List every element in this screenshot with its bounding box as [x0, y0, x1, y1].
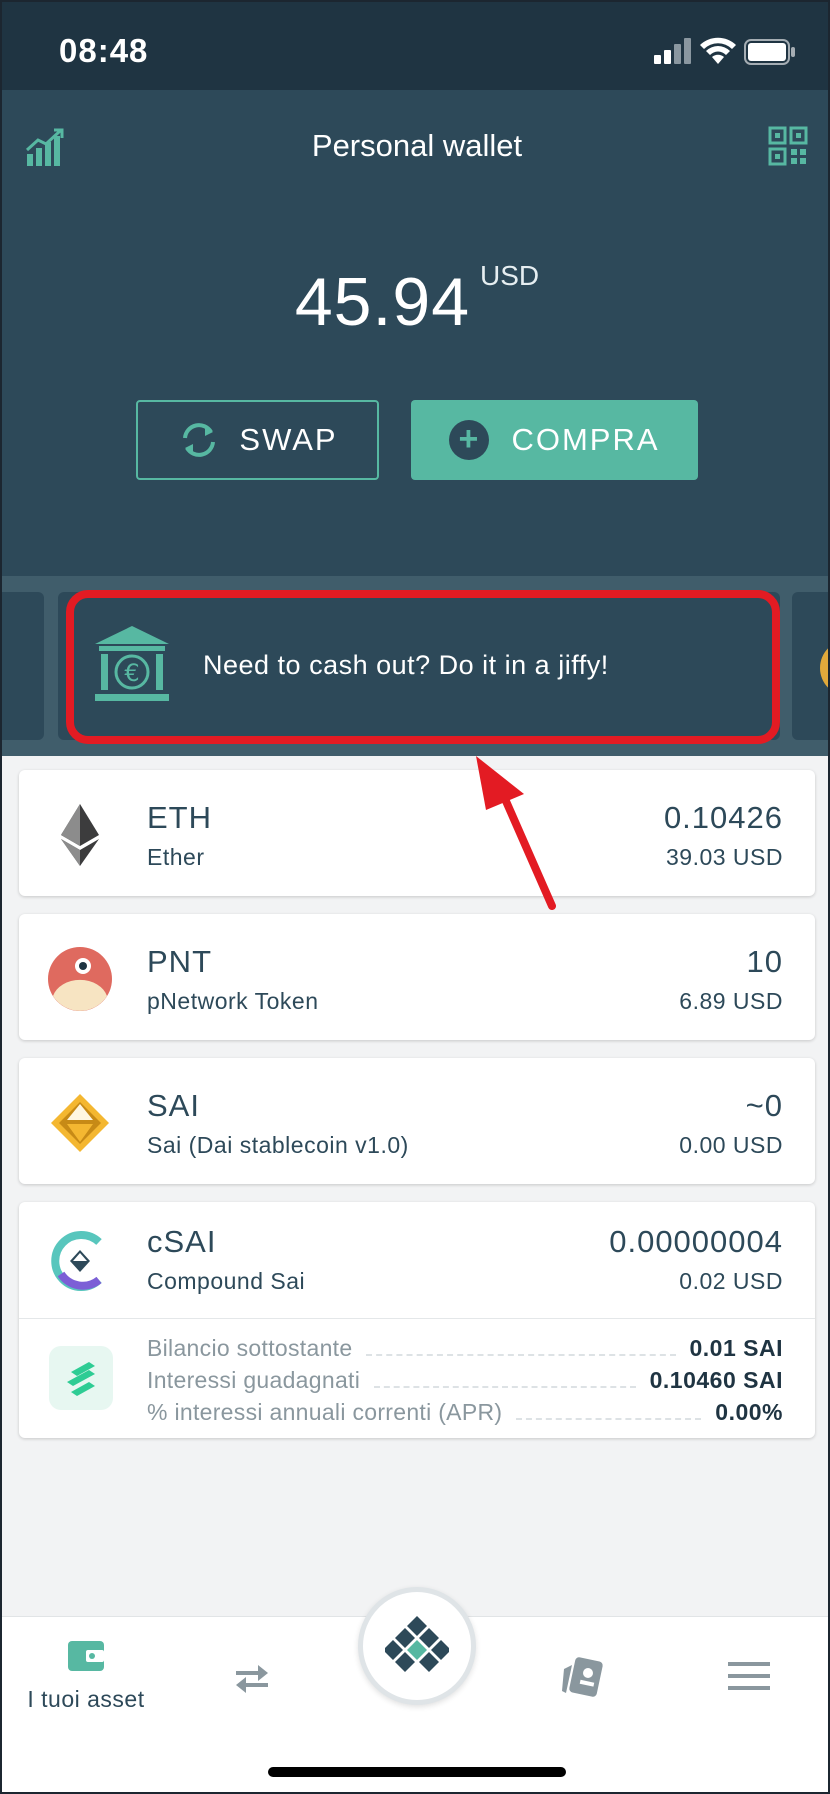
buy-button[interactable]: + COMPRA: [411, 400, 698, 480]
asset-name: Ether: [147, 844, 205, 870]
detail-value: 0.00%: [715, 1399, 783, 1425]
promo-card-previous[interactable]: [2, 592, 44, 740]
asset-symbol: SAI: [147, 1088, 200, 1123]
asset-symbol: cSAI: [147, 1224, 217, 1259]
compound-icon: [49, 1346, 113, 1410]
asset-fiat-value: 6.89 USD: [679, 988, 783, 1014]
dotted-leader: [374, 1386, 636, 1388]
battery-icon: [744, 39, 795, 65]
asset-row-sai[interactable]: SAI Sai (Dai stablecoin v1.0) ~0 0.00 US…: [19, 1058, 815, 1184]
detail-row: % interessi annuali correnti (APR) 0.00%: [147, 1396, 783, 1426]
wallet-icon: [68, 1641, 104, 1671]
asset-fiat-value: 39.03 USD: [665, 844, 783, 870]
detail-label: % interessi annuali correnti (APR): [147, 1399, 503, 1425]
status-time: 08:48: [59, 32, 149, 69]
eth-logo: [61, 804, 99, 866]
detail-label: Interessi guadagnati: [147, 1367, 361, 1393]
exchange-icon[interactable]: [230, 1657, 274, 1701]
asset-quantity: 0.10426: [663, 800, 783, 835]
asset-name: pNetwork Token: [147, 988, 319, 1014]
diamond-logo: [385, 1616, 449, 1672]
detail-value: 0.01 SAI: [689, 1335, 783, 1361]
asset-row-eth[interactable]: ETH Ether 0.10426 39.03 USD: [19, 770, 815, 896]
asset-quantity: 10: [746, 944, 783, 979]
status-bar: 08:48: [2, 2, 828, 90]
qr-code-icon[interactable]: [768, 126, 808, 166]
asset-row-csai[interactable]: cSAI Compound Sai 0.00000004 0.02 USD Bi…: [19, 1202, 815, 1438]
phone-screen: 08:48 Personal wallet 45.94 USD SWAP + C…: [0, 0, 830, 1794]
wallet-header: Personal wallet 45.94 USD SWAP + COMPRA: [2, 90, 828, 576]
coin-icon: [820, 640, 828, 696]
cards-icon[interactable]: [558, 1653, 606, 1701]
buy-label: COMPRA: [511, 422, 660, 457]
csai-logo: [51, 1231, 102, 1291]
dotted-leader: [516, 1418, 702, 1420]
home-indicator: [268, 1767, 566, 1777]
asset-fiat-value: 0.00 USD: [679, 1132, 783, 1158]
detail-row: Bilancio sottostante 0.01 SAI: [147, 1332, 783, 1362]
detail-value: 0.10460 SAI: [649, 1367, 783, 1393]
asset-symbol: PNT: [147, 944, 212, 979]
menu-icon[interactable]: [728, 1661, 770, 1691]
asset-quantity: 0.00000004: [609, 1224, 783, 1259]
dotted-leader: [366, 1354, 676, 1356]
highlight-box: [66, 590, 780, 744]
swap-label: SWAP: [239, 422, 338, 457]
plus-icon: +: [449, 420, 490, 460]
pnt-logo: [48, 947, 112, 1011]
nav-my-assets-label: I tuoi asset: [27, 1686, 145, 1712]
asset-name: Compound Sai: [147, 1268, 306, 1294]
asset-name: Sai (Dai stablecoin v1.0): [147, 1132, 409, 1158]
bottom-navigation: I tuoi asset: [2, 1587, 828, 1792]
asset-fiat-value: 0.02 USD: [679, 1268, 783, 1294]
balance-unit: USD: [480, 260, 540, 291]
wifi-icon: [700, 37, 736, 64]
signal-icon: [654, 38, 691, 64]
swap-icon: [183, 423, 216, 457]
detail-label: Bilancio sottostante: [147, 1335, 353, 1361]
asset-quantity: ~0: [745, 1088, 783, 1123]
asset-row-pnt[interactable]: PNT pNetwork Token 10 6.89 USD: [19, 914, 815, 1040]
balance-amount: 45.94: [294, 264, 471, 340]
annotation-arrow: [476, 756, 556, 910]
asset-symbol: ETH: [147, 800, 212, 835]
detail-row: Interessi guadagnati 0.10460 SAI: [147, 1364, 783, 1394]
wallet-balance: 45.94 USD: [2, 260, 828, 341]
sai-logo: [51, 1094, 109, 1152]
nav-my-assets[interactable]: I tuoi asset: [16, 1635, 156, 1713]
page-title: Personal wallet: [311, 128, 523, 163]
swap-button[interactable]: SWAP: [136, 400, 379, 480]
promo-card-next[interactable]: [792, 592, 828, 740]
home-diamond-button[interactable]: [358, 1587, 476, 1705]
divider: [19, 1318, 815, 1319]
